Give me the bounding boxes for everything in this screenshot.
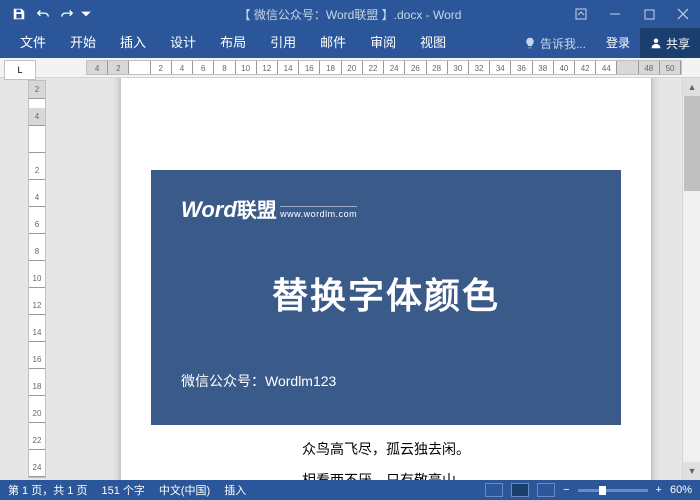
minimize-icon[interactable] bbox=[598, 0, 632, 28]
tab-mailings[interactable]: 邮件 bbox=[308, 28, 358, 58]
close-icon[interactable] bbox=[666, 0, 700, 28]
zoom-slider[interactable] bbox=[578, 489, 648, 492]
zoom-out-icon[interactable]: − bbox=[563, 484, 569, 496]
ribbon-options-icon[interactable] bbox=[564, 0, 598, 28]
status-page[interactable]: 第 1 页，共 1 页 bbox=[8, 482, 87, 498]
logo-cn: 联盟 bbox=[237, 200, 277, 222]
body-line-2: 相看两不厌，只有敬亭山。 bbox=[121, 466, 651, 480]
login-button[interactable]: 登录 bbox=[596, 28, 640, 58]
scroll-thumb[interactable] bbox=[684, 96, 700, 191]
window-title: 【 微信公众号：Word联盟 】.docx - Word bbox=[239, 6, 462, 23]
tab-design[interactable]: 设计 bbox=[158, 28, 208, 58]
view-print-icon[interactable] bbox=[511, 483, 529, 497]
maximize-icon[interactable] bbox=[632, 0, 666, 28]
tab-file[interactable]: 文件 bbox=[8, 28, 58, 58]
zoom-in-icon[interactable]: + bbox=[656, 484, 662, 496]
share-label: 共享 bbox=[666, 35, 690, 52]
banner-subtitle: 微信公众号：Wordlm123 bbox=[181, 371, 591, 391]
tab-references[interactable]: 引用 bbox=[258, 28, 308, 58]
banner-block: Word联盟 www.wordlm.com 替换字体颜色 微信公众号：Wordl… bbox=[151, 170, 621, 425]
status-lang[interactable]: 中文(中国) bbox=[159, 482, 210, 498]
body-text: 众鸟高飞尽，孤云独去闲。 相看两不厌，只有敬亭山。 《秋思》 春阳如昨日，碧树鸣… bbox=[121, 435, 651, 480]
banner-title: 替换字体颜色 bbox=[181, 267, 591, 319]
view-web-icon[interactable] bbox=[537, 483, 555, 497]
lightbulb-icon bbox=[524, 37, 536, 49]
logo-url: www.wordlm.com bbox=[280, 206, 357, 219]
redo-icon[interactable] bbox=[56, 3, 78, 25]
status-words[interactable]: 151 个字 bbox=[101, 482, 144, 498]
share-icon bbox=[650, 37, 662, 49]
status-mode[interactable]: 插入 bbox=[224, 482, 246, 498]
scroll-down-icon[interactable]: ▼ bbox=[683, 462, 700, 480]
zoom-level[interactable]: 60% bbox=[670, 484, 692, 496]
qat-dropdown-icon[interactable] bbox=[80, 3, 92, 25]
tell-me-label: 告诉我... bbox=[540, 35, 586, 52]
share-button[interactable]: 共享 bbox=[640, 28, 700, 58]
vertical-scrollbar[interactable]: ▲ ▼ bbox=[682, 78, 700, 480]
tab-view[interactable]: 视图 bbox=[408, 28, 458, 58]
body-line-1: 众鸟高飞尽，孤云独去闲。 bbox=[121, 435, 651, 463]
scroll-up-icon[interactable]: ▲ bbox=[683, 78, 700, 96]
logo-en: Word bbox=[181, 197, 237, 222]
tab-review[interactable]: 审阅 bbox=[358, 28, 408, 58]
tab-layout[interactable]: 布局 bbox=[208, 28, 258, 58]
tab-selector[interactable]: L bbox=[4, 60, 36, 80]
view-read-icon[interactable] bbox=[485, 483, 503, 497]
horizontal-ruler[interactable]: 4224681012141618202224262830323436384042… bbox=[86, 60, 682, 75]
vertical-ruler[interactable]: 2424681012141618202224 bbox=[28, 80, 46, 478]
save-icon[interactable] bbox=[8, 3, 30, 25]
undo-icon[interactable] bbox=[32, 3, 54, 25]
tell-me-search[interactable]: 告诉我... bbox=[514, 35, 596, 52]
document-page[interactable]: Word联盟 www.wordlm.com 替换字体颜色 微信公众号：Wordl… bbox=[121, 78, 651, 480]
tab-insert[interactable]: 插入 bbox=[108, 28, 158, 58]
tab-home[interactable]: 开始 bbox=[58, 28, 108, 58]
